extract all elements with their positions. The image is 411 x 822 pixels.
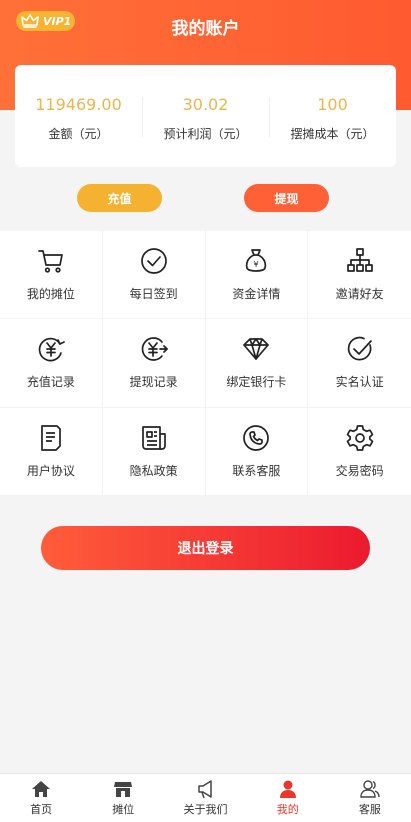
- support-icon: [360, 780, 380, 798]
- tab-label: 客服: [358, 803, 381, 816]
- tab-mine[interactable]: 我的: [247, 774, 329, 822]
- menu-item-contact-service[interactable]: 联系客服: [205, 407, 309, 496]
- stat-stall-cost: 100 摆摊成本（元）: [269, 91, 396, 142]
- verified-icon: [347, 337, 372, 361]
- logout-button[interactable]: 退出登录: [41, 526, 370, 570]
- menu-item-label: 实名认证: [335, 375, 384, 390]
- tab-label: 我的: [276, 803, 299, 816]
- newspaper-icon: [141, 425, 166, 450]
- menu-item-privacy-policy[interactable]: 隐私政策: [102, 407, 206, 496]
- tab-label: 摊位: [112, 803, 135, 816]
- stat-label: 金额（元）: [48, 126, 109, 141]
- withdraw-button[interactable]: 提现: [244, 184, 329, 212]
- stat-value: 100: [317, 94, 348, 114]
- menu-item-label: 用户协议: [26, 463, 75, 478]
- stall-icon: [114, 782, 133, 797]
- tab-label: 首页: [30, 803, 53, 816]
- gear-icon: [346, 424, 373, 451]
- menu-item-fund-details[interactable]: ¥ 资金详情: [205, 231, 309, 320]
- cart-icon: [38, 250, 63, 273]
- menu-item-label: 交易密码: [335, 463, 384, 478]
- menu-item-label: 提现记录: [129, 375, 178, 390]
- menu-item-label: 绑定银行卡: [226, 375, 287, 390]
- menu-item-user-agreement[interactable]: 用户协议: [0, 407, 103, 496]
- stat-value: 119469.00: [35, 94, 122, 114]
- document-icon: [41, 424, 61, 451]
- account-summary-card: 119469.00 金额（元） 30.02 预计利润（元） 100 摆摊成本（元…: [15, 65, 396, 167]
- network-icon: [346, 248, 373, 273]
- stat-balance: 119469.00 金额（元）: [15, 91, 142, 142]
- menu-item-trade-password[interactable]: 交易密码: [308, 408, 411, 496]
- stat-value: 30.02: [182, 94, 229, 114]
- menu-item-label: 每日签到: [129, 287, 178, 302]
- tab-stall[interactable]: 摊位: [82, 774, 164, 822]
- menu-item-label: 资金详情: [232, 287, 281, 302]
- diamond-icon: [243, 338, 270, 361]
- money-bag-icon: ¥: [246, 249, 267, 273]
- tab-customer-service[interactable]: 客服: [329, 774, 411, 822]
- menu-item-recharge-records[interactable]: 充值记录: [0, 319, 103, 408]
- menu-grid: 我的摊位 每日签到 ¥ 资金详情 邀请好友 充值记录 提现记录 绑定银行卡 实名…: [0, 231, 411, 496]
- page-title: 我的账户: [171, 19, 240, 39]
- menu-item-bind-bank-card[interactable]: 绑定银行卡: [205, 319, 309, 408]
- stat-label: 摆摊成本（元）: [290, 126, 375, 141]
- phone-icon: [243, 424, 270, 451]
- stat-label: 预计利润（元）: [163, 126, 248, 141]
- menu-item-label: 邀请好友: [335, 287, 384, 302]
- menu-item-label: 隐私政策: [129, 463, 178, 478]
- menu-item-label: 联系客服: [232, 463, 281, 478]
- charge-button[interactable]: 充值: [77, 184, 162, 212]
- menu-item-withdraw-records[interactable]: 提现记录: [102, 319, 206, 408]
- user-icon: [279, 780, 296, 798]
- megaphone-icon: [197, 780, 212, 799]
- menu-item-invite-friends[interactable]: 邀请好友: [308, 231, 411, 320]
- check-circle-icon: [140, 248, 167, 275]
- svg-text:¥: ¥: [254, 260, 259, 269]
- menu-item-my-stall[interactable]: 我的摊位: [0, 231, 103, 320]
- menu-item-label: 充值记录: [26, 375, 75, 390]
- tab-label: 关于我们: [183, 803, 228, 816]
- bottom-tabbar: 首页 摊位 关于我们 我的 客服: [0, 773, 411, 822]
- tab-about-us[interactable]: 关于我们: [164, 774, 246, 822]
- home-icon: [32, 781, 51, 797]
- stat-expected-profit: 30.02 预计利润（元）: [142, 91, 269, 142]
- menu-item-daily-checkin[interactable]: 每日签到: [102, 231, 206, 320]
- menu-item-label: 我的摊位: [26, 287, 75, 302]
- yen-withdraw-icon: [141, 337, 168, 362]
- menu-item-real-name-auth[interactable]: 实名认证: [308, 319, 411, 408]
- yen-recharge-icon: [38, 338, 65, 362]
- tab-home[interactable]: 首页: [0, 774, 82, 822]
